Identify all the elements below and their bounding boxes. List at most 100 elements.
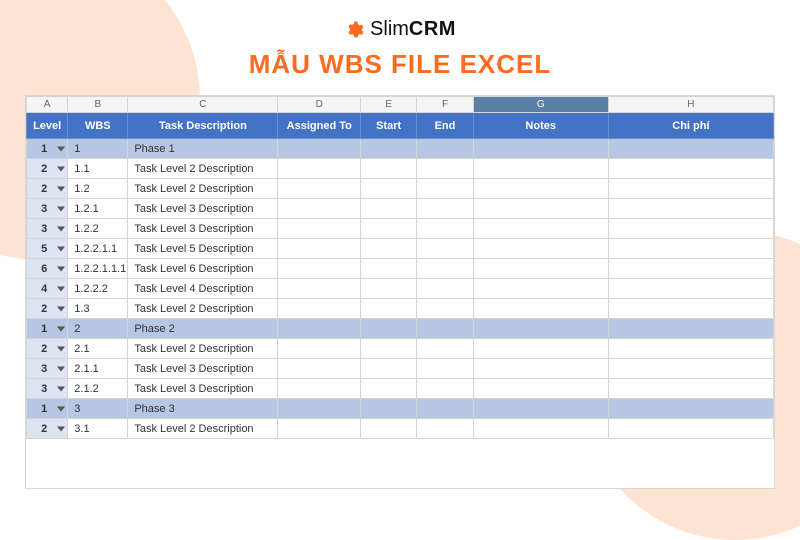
cell-assigned[interactable] (278, 339, 361, 359)
table-row[interactable]: 31.2.2Task Level 3 Description (27, 219, 774, 239)
dropdown-caret-icon[interactable] (57, 406, 65, 411)
cell-end[interactable] (417, 419, 473, 439)
cell-wbs[interactable]: 3 (68, 399, 128, 419)
header-notes[interactable]: Notes (473, 113, 608, 139)
table-row[interactable]: 61.2.2.1.1.1Task Level 6 Description (27, 259, 774, 279)
cell-level[interactable]: 1 (27, 319, 68, 339)
cell-assigned[interactable] (278, 159, 361, 179)
cell-end[interactable] (417, 179, 473, 199)
cell-assigned[interactable] (278, 239, 361, 259)
dropdown-caret-icon[interactable] (57, 286, 65, 291)
cell-description[interactable]: Task Level 2 Description (128, 339, 278, 359)
cell-wbs[interactable]: 2.1.2 (68, 379, 128, 399)
dropdown-caret-icon[interactable] (57, 366, 65, 371)
cell-wbs[interactable]: 2.1 (68, 339, 128, 359)
cell-cost[interactable] (608, 399, 773, 419)
cell-end[interactable] (417, 379, 473, 399)
cell-start[interactable] (361, 259, 417, 279)
cell-notes[interactable] (473, 359, 608, 379)
dropdown-caret-icon[interactable] (57, 246, 65, 251)
cell-start[interactable] (361, 279, 417, 299)
cell-end[interactable] (417, 139, 473, 159)
cell-description[interactable]: Task Level 3 Description (128, 199, 278, 219)
cell-end[interactable] (417, 219, 473, 239)
cell-start[interactable] (361, 159, 417, 179)
cell-wbs[interactable]: 1.3 (68, 299, 128, 319)
column-letter[interactable]: C (128, 97, 278, 113)
cell-level[interactable]: 2 (27, 179, 68, 199)
cell-end[interactable] (417, 399, 473, 419)
cell-assigned[interactable] (278, 199, 361, 219)
table-row[interactable]: 12Phase 2 (27, 319, 774, 339)
column-letter[interactable]: G (473, 97, 608, 113)
cell-assigned[interactable] (278, 319, 361, 339)
cell-level[interactable]: 2 (27, 419, 68, 439)
cell-wbs[interactable]: 1.2.1 (68, 199, 128, 219)
dropdown-caret-icon[interactable] (57, 266, 65, 271)
cell-wbs[interactable]: 1.1 (68, 159, 128, 179)
cell-start[interactable] (361, 139, 417, 159)
dropdown-caret-icon[interactable] (57, 326, 65, 331)
cell-cost[interactable] (608, 139, 773, 159)
dropdown-caret-icon[interactable] (57, 186, 65, 191)
cell-start[interactable] (361, 359, 417, 379)
cell-cost[interactable] (608, 299, 773, 319)
cell-notes[interactable] (473, 159, 608, 179)
dropdown-caret-icon[interactable] (57, 386, 65, 391)
table-row[interactable]: 21.2Task Level 2 Description (27, 179, 774, 199)
cell-description[interactable]: Task Level 6 Description (128, 259, 278, 279)
cell-wbs[interactable]: 1.2.2.1.1 (68, 239, 128, 259)
table-row[interactable]: 13Phase 3 (27, 399, 774, 419)
cell-notes[interactable] (473, 179, 608, 199)
cell-level[interactable]: 4 (27, 279, 68, 299)
cell-description[interactable]: Task Level 4 Description (128, 279, 278, 299)
cell-cost[interactable] (608, 359, 773, 379)
cell-end[interactable] (417, 279, 473, 299)
dropdown-caret-icon[interactable] (57, 306, 65, 311)
cell-description[interactable]: Task Level 5 Description (128, 239, 278, 259)
cell-level[interactable]: 3 (27, 359, 68, 379)
table-row[interactable]: 21.1Task Level 2 Description (27, 159, 774, 179)
header-desc[interactable]: Task Description (128, 113, 278, 139)
cell-level[interactable]: 5 (27, 239, 68, 259)
cell-cost[interactable] (608, 419, 773, 439)
dropdown-caret-icon[interactable] (57, 226, 65, 231)
cell-end[interactable] (417, 239, 473, 259)
cell-notes[interactable] (473, 219, 608, 239)
cell-cost[interactable] (608, 259, 773, 279)
cell-description[interactable]: Phase 1 (128, 139, 278, 159)
cell-assigned[interactable] (278, 399, 361, 419)
cell-cost[interactable] (608, 379, 773, 399)
column-letter[interactable]: E (361, 97, 417, 113)
cell-description[interactable]: Task Level 2 Description (128, 419, 278, 439)
header-wbs[interactable]: WBS (68, 113, 128, 139)
header-level[interactable]: Level (27, 113, 68, 139)
cell-notes[interactable] (473, 339, 608, 359)
cell-cost[interactable] (608, 279, 773, 299)
cell-description[interactable]: Phase 3 (128, 399, 278, 419)
cell-level[interactable]: 1 (27, 139, 68, 159)
cell-notes[interactable] (473, 319, 608, 339)
cell-assigned[interactable] (278, 359, 361, 379)
cell-cost[interactable] (608, 219, 773, 239)
cell-cost[interactable] (608, 159, 773, 179)
column-letter[interactable]: H (608, 97, 773, 113)
cell-start[interactable] (361, 219, 417, 239)
cell-end[interactable] (417, 159, 473, 179)
cell-assigned[interactable] (278, 179, 361, 199)
cell-wbs[interactable]: 1.2.2.1.1.1 (68, 259, 128, 279)
cell-level[interactable]: 2 (27, 339, 68, 359)
header-cost[interactable]: Chi phí (608, 113, 773, 139)
cell-assigned[interactable] (278, 259, 361, 279)
cell-assigned[interactable] (278, 299, 361, 319)
table-row[interactable]: 23.1Task Level 2 Description (27, 419, 774, 439)
header-end[interactable]: End (417, 113, 473, 139)
table-row[interactable]: 32.1.1Task Level 3 Description (27, 359, 774, 379)
cell-assigned[interactable] (278, 379, 361, 399)
cell-start[interactable] (361, 199, 417, 219)
cell-start[interactable] (361, 319, 417, 339)
cell-assigned[interactable] (278, 279, 361, 299)
dropdown-caret-icon[interactable] (57, 166, 65, 171)
column-letter-row[interactable]: ABCDEFGH (27, 97, 774, 113)
cell-assigned[interactable] (278, 219, 361, 239)
